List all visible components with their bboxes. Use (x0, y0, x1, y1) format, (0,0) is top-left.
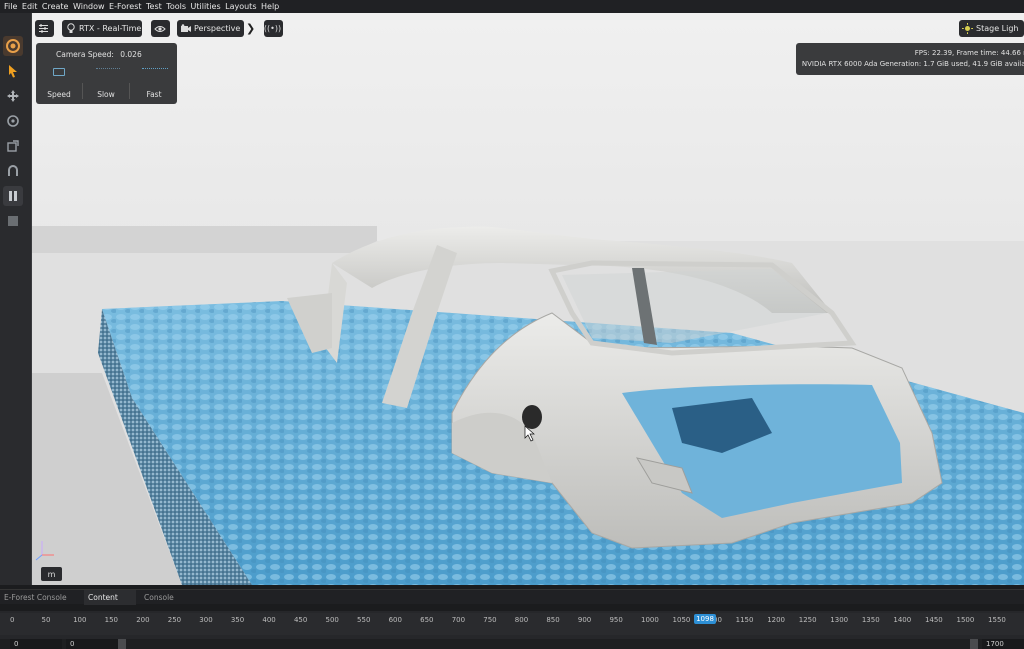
menu-window[interactable]: Window (73, 2, 105, 11)
snap-magnet-icon[interactable] (3, 161, 23, 181)
timeline-tick-label: 1500 (956, 616, 975, 624)
timeline-tick-label: 550 (357, 616, 371, 624)
menu-help[interactable]: Help (261, 2, 279, 11)
menu-layouts[interactable]: Layouts (225, 2, 256, 11)
bottom-tab-bar: E-Forest Console Content Console (0, 589, 1024, 605)
speed-option[interactable]: Speed (39, 90, 79, 99)
slow-indicator-icon (96, 68, 120, 76)
tab-content[interactable]: Content (84, 590, 136, 605)
lighting-button[interactable]: Stage Ligh (959, 20, 1024, 37)
expand-toolbar-button[interactable]: ❯ (246, 20, 256, 37)
camera-speed-panel: Camera Speed: 0.026 Speed Slow Fast (36, 43, 177, 104)
timeline-tick-label: 350 (230, 616, 245, 624)
menu-create[interactable]: Create (42, 2, 69, 11)
tab-console[interactable]: Console (140, 590, 190, 605)
range-handle-right[interactable] (970, 639, 978, 649)
rotate-icon[interactable] (3, 111, 23, 131)
render-mode-button[interactable]: RTX - Real-Time (62, 20, 142, 37)
timeline-tick-label: 1300 (830, 616, 849, 624)
timeline-tick-label: 650 (420, 616, 434, 624)
timeline-tick-label: 600 (388, 616, 402, 624)
timeline-tick-label: 500 (325, 616, 339, 624)
video-camera-icon (177, 24, 194, 33)
range-bar: 0 0 1700 (0, 639, 1024, 649)
render-icon[interactable] (3, 36, 23, 56)
menu-test[interactable]: Test (146, 2, 162, 11)
fast-option[interactable]: Fast (134, 90, 174, 99)
timeline-tick-label: 100 (73, 616, 87, 624)
timeline-tick-label: 1250 (798, 616, 817, 624)
scale-icon[interactable] (3, 136, 23, 156)
timeline-tick-label: 1150 (735, 616, 754, 624)
timeline-tick-label: 300 (199, 616, 213, 624)
timeline-tick-label: 750 (483, 616, 497, 624)
timeline-ruler[interactable]: 0 50 100 150 200 250 300 350 400 450 500 550 600 650 7… (0, 613, 1024, 635)
timeline-tick-label: 900 (577, 616, 592, 624)
fps-readout: FPS: 22.39, Frame time: 44.66 m (914, 49, 1024, 57)
left-toolbar (0, 13, 32, 585)
slow-option[interactable]: Slow (86, 90, 126, 99)
select-arrow-icon[interactable] (3, 61, 23, 81)
eye-icon (151, 25, 168, 33)
render-mode-label: RTX - Real-Time (79, 24, 142, 33)
timeline-tick-label: 200 (136, 616, 150, 624)
stop-icon[interactable] (3, 211, 23, 231)
timeline-tick-label: 1200 (767, 616, 786, 624)
chevron-right-icon: ❯ (246, 22, 256, 35)
timeline-tick-label: 1450 (924, 616, 943, 624)
menu-bar: File Edit Create Window E-Forest Test To… (0, 0, 1024, 13)
timeline-tick-label: 50 (41, 616, 51, 624)
timeline-tick-label: 950 (609, 616, 623, 624)
fast-indicator-icon (142, 68, 168, 76)
viewport[interactable]: RTX - Real-Time Perspective ❯ ((•)) Stag… (32, 13, 1024, 585)
settings-sliders-icon (35, 24, 52, 33)
camera-speed-title: Camera Speed: 0.026 (56, 50, 142, 59)
broadcast-icon: ((•)) (263, 24, 282, 33)
timeline-tick-label: 1050 (672, 616, 691, 624)
camera-speed-value: 0.026 (120, 50, 142, 59)
speed-gauge-icon (53, 68, 65, 76)
playhead-marker[interactable]: 1098 (694, 614, 716, 624)
lighting-label: Stage Ligh (976, 24, 1019, 33)
menu-file[interactable]: File (4, 2, 17, 11)
timeline-tick-label: 250 (167, 616, 182, 624)
camera-button[interactable]: Perspective (177, 20, 244, 37)
timeline-tick-label: 1400 (893, 616, 912, 624)
move-icon[interactable] (3, 86, 23, 106)
broadcast-button[interactable]: ((•)) (264, 20, 283, 37)
timeline-tick-label: 450 (293, 616, 308, 624)
performance-stats: FPS: 22.39, Frame time: 44.66 m NVIDIA R… (796, 43, 1024, 75)
timeline-tick-label: 1350 (861, 616, 880, 624)
pause-icon[interactable] (3, 186, 23, 206)
timeline-tick-label: 800 (514, 616, 529, 624)
sun-icon (959, 23, 976, 34)
lightbulb-icon (62, 23, 79, 34)
timeline-tick-label: 1550 (988, 616, 1006, 624)
range-handle-left[interactable] (118, 639, 126, 649)
visibility-button[interactable] (151, 20, 170, 37)
menu-utilities[interactable]: Utilities (191, 2, 221, 11)
tab-e-forest-console[interactable]: E-Forest Console (0, 590, 80, 605)
app-window: File Edit Create Window E-Forest Test To… (0, 0, 1024, 649)
viewport-settings-button[interactable] (35, 20, 54, 37)
menu-e-forest[interactable]: E-Forest (109, 2, 142, 11)
timeline-tick-label: 0 (10, 616, 15, 624)
camera-speed-label: Camera Speed: (56, 50, 114, 59)
timeline-tick-label: 150 (104, 616, 119, 624)
gpu-memory-readout: NVIDIA RTX 6000 Ada Generation: 1.7 GiB … (801, 60, 1024, 68)
scene-render (32, 13, 1024, 585)
end-frame-field[interactable]: 1700 (982, 639, 1024, 649)
timeline-tick-label: 400 (262, 616, 276, 624)
menu-tools[interactable]: Tools (166, 2, 186, 11)
start-range-field[interactable]: 0 (66, 639, 122, 649)
menu-edit[interactable]: Edit (22, 2, 38, 11)
camera-label: Perspective (194, 24, 241, 33)
timeline-tick-label: 1000 (641, 616, 659, 624)
timeline[interactable]: 0 50 100 150 200 250 300 350 400 450 500 550 600 650 7… (0, 611, 1024, 649)
timeline-tick-label: 700 (451, 616, 466, 624)
timeline-tick-label: 850 (546, 616, 560, 624)
start-frame-field[interactable]: 0 (10, 639, 62, 649)
mode-indicator[interactable]: m (41, 567, 62, 581)
